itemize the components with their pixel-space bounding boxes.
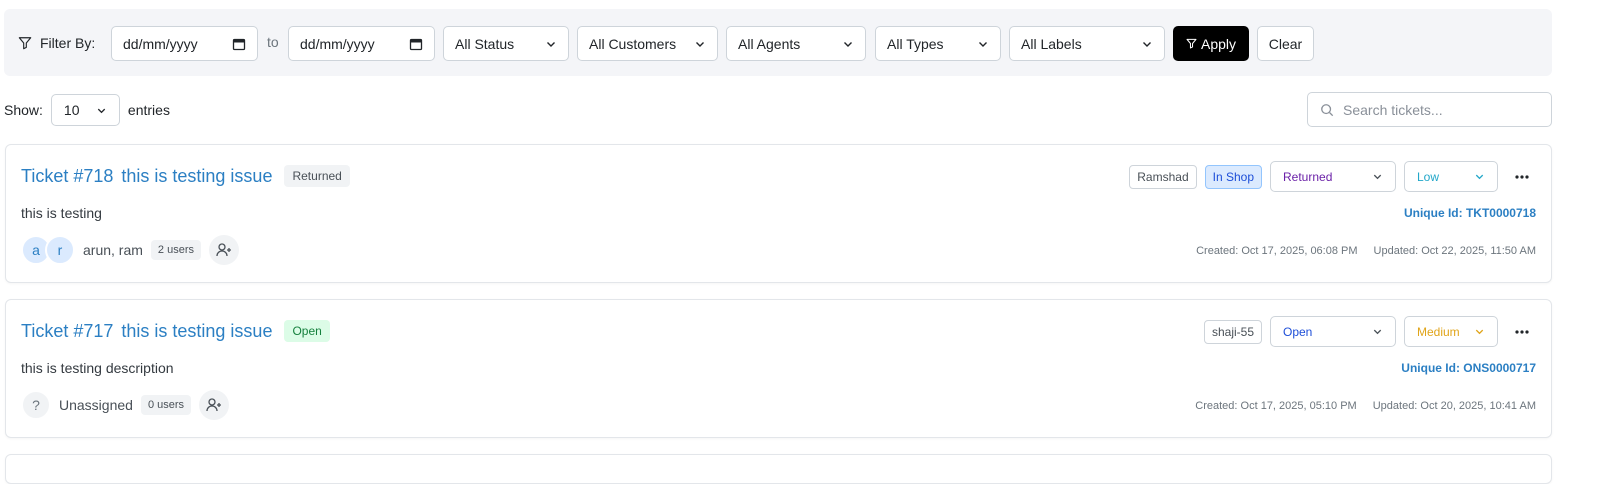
ticket-title-row: Ticket #717 this is testing issue Open	[21, 320, 330, 342]
chevron-down-icon	[1475, 174, 1484, 180]
apply-button-label: Apply	[1200, 35, 1237, 52]
ticket-priority-value: Medium	[1417, 324, 1460, 339]
entries-per-page-value: 10	[63, 102, 80, 118]
search-placeholder: Search tickets...	[1343, 101, 1443, 118]
show-label: Show:	[4, 102, 43, 118]
ticket-title[interactable]: this is testing issue	[121, 166, 272, 187]
chevron-down-icon	[1143, 41, 1151, 47]
ticket-status-value: Returned	[1283, 169, 1333, 184]
more-horizontal-icon	[1515, 174, 1529, 179]
ticket-title-row: Ticket #718 this is testing issue Return…	[21, 165, 350, 187]
avatar-group: ?	[21, 390, 51, 420]
more-options-button[interactable]	[1508, 163, 1536, 191]
customer-tag: shaji-55	[1203, 319, 1262, 344]
ticket-status-select[interactable]: Returned	[1270, 161, 1396, 192]
ticket-dates: Created: Oct 17, 2025, 05:10 PM Updated:…	[1195, 400, 1536, 412]
chevron-down-icon	[979, 41, 987, 47]
unique-id: Unique Id: ONS0000717	[1401, 361, 1536, 375]
filter-label-text: Filter By:	[40, 35, 96, 51]
ticket-status-value: Open	[1283, 324, 1313, 339]
customer-tag: Ramshad	[1129, 164, 1197, 189]
add-user-button[interactable]	[199, 390, 230, 420]
filter-icon	[1186, 38, 1197, 49]
more-horizontal-icon	[1515, 329, 1529, 334]
ticket-dates: Created: Oct 17, 2025, 06:08 PM Updated:…	[1196, 245, 1536, 257]
created-date: Created: Oct 17, 2025, 05:10 PM	[1195, 400, 1357, 412]
clear-button-label: Clear	[1268, 35, 1303, 52]
ticket-controls: Ramshad In Shop Returned Low	[1129, 161, 1536, 192]
avatar-group: a r	[21, 235, 75, 265]
ticket-priority-value: Low	[1417, 169, 1440, 184]
ticket-description: this is testing	[21, 205, 102, 221]
filter-label: Filter By:	[18, 34, 95, 52]
search-input[interactable]: Search tickets...	[1307, 92, 1552, 127]
status-badge: Open	[284, 320, 330, 342]
labels-filter-value: All Labels	[1021, 35, 1082, 52]
entries-label: entries	[127, 102, 170, 118]
date-to-input[interactable]: dd/mm/yyyy	[288, 26, 435, 61]
updated-date: Updated: Oct 22, 2025, 11:50 AM	[1373, 245, 1536, 257]
filter-icon	[18, 37, 32, 50]
status-filter-value: All Status	[455, 35, 515, 52]
chevron-down-icon	[1373, 329, 1382, 335]
types-filter-select[interactable]: All Types	[875, 26, 1001, 61]
avatar: ?	[21, 390, 51, 420]
types-filter-value: All Types	[887, 35, 944, 52]
user-count-badge: 2 users	[150, 240, 201, 260]
labels-filter-select[interactable]: All Labels	[1009, 26, 1165, 61]
location-tag: In Shop	[1204, 164, 1262, 189]
avatar: r	[45, 235, 75, 265]
ticket-priority-select[interactable]: Low	[1404, 161, 1498, 192]
assignee-names: Unassigned	[59, 397, 133, 413]
more-options-button[interactable]	[1508, 318, 1536, 346]
ticket-description: this is testing description	[21, 360, 174, 376]
chevron-down-icon	[1475, 329, 1484, 335]
ticket-number[interactable]: Ticket #717	[21, 321, 113, 342]
customers-filter-value: All Customers	[589, 35, 677, 52]
add-user-icon	[206, 398, 222, 412]
customers-filter-select[interactable]: All Customers	[577, 26, 718, 61]
date-range-separator: to	[267, 34, 279, 50]
assignees-row: ? Unassigned 0 users	[21, 390, 230, 420]
unique-id: Unique Id: TKT0000718	[1403, 206, 1536, 220]
status-badge: Returned	[284, 165, 350, 187]
chevron-down-icon	[547, 41, 555, 47]
agents-filter-value: All Agents	[738, 35, 801, 52]
created-date: Created: Oct 17, 2025, 06:08 PM	[1196, 245, 1358, 257]
assignees-row: a r arun, ram 2 users	[21, 235, 239, 265]
apply-button[interactable]: Apply	[1173, 26, 1249, 61]
show-entries-row: Show: 10 entries	[4, 94, 170, 126]
chevron-down-icon	[1373, 174, 1382, 180]
ticket-card	[5, 454, 1552, 484]
updated-date: Updated: Oct 20, 2025, 10:41 AM	[1372, 400, 1536, 412]
status-filter-select[interactable]: All Status	[443, 26, 569, 61]
chevron-down-icon	[696, 41, 704, 47]
ticket-priority-select[interactable]: Medium	[1404, 316, 1498, 347]
chevron-down-icon	[844, 41, 852, 47]
date-from-input[interactable]: dd/mm/yyyy	[111, 26, 258, 61]
assignee-names: arun, ram	[83, 242, 143, 258]
date-from-placeholder: dd/mm/yyyy	[123, 35, 198, 52]
clear-button[interactable]: Clear	[1257, 26, 1314, 61]
date-to-placeholder: dd/mm/yyyy	[300, 35, 375, 52]
user-count-badge: 0 users	[140, 395, 192, 415]
chevron-down-icon	[97, 108, 106, 113]
add-user-icon	[216, 243, 231, 257]
entries-per-page-select[interactable]: 10	[50, 94, 120, 126]
add-user-button[interactable]	[209, 235, 239, 265]
agents-filter-select[interactable]: All Agents	[726, 26, 866, 61]
calendar-icon	[409, 38, 423, 50]
ticket-controls: shaji-55 Open Medium	[1203, 316, 1536, 347]
ticket-title[interactable]: this is testing issue	[121, 321, 272, 342]
ticket-card: Ticket #717 this is testing issue Open t…	[5, 299, 1552, 438]
ticket-card: Ticket #718 this is testing issue Return…	[5, 144, 1552, 283]
search-icon	[1321, 103, 1334, 116]
calendar-icon	[232, 38, 246, 50]
ticket-number[interactable]: Ticket #718	[21, 166, 113, 187]
ticket-status-select[interactable]: Open	[1270, 316, 1396, 347]
